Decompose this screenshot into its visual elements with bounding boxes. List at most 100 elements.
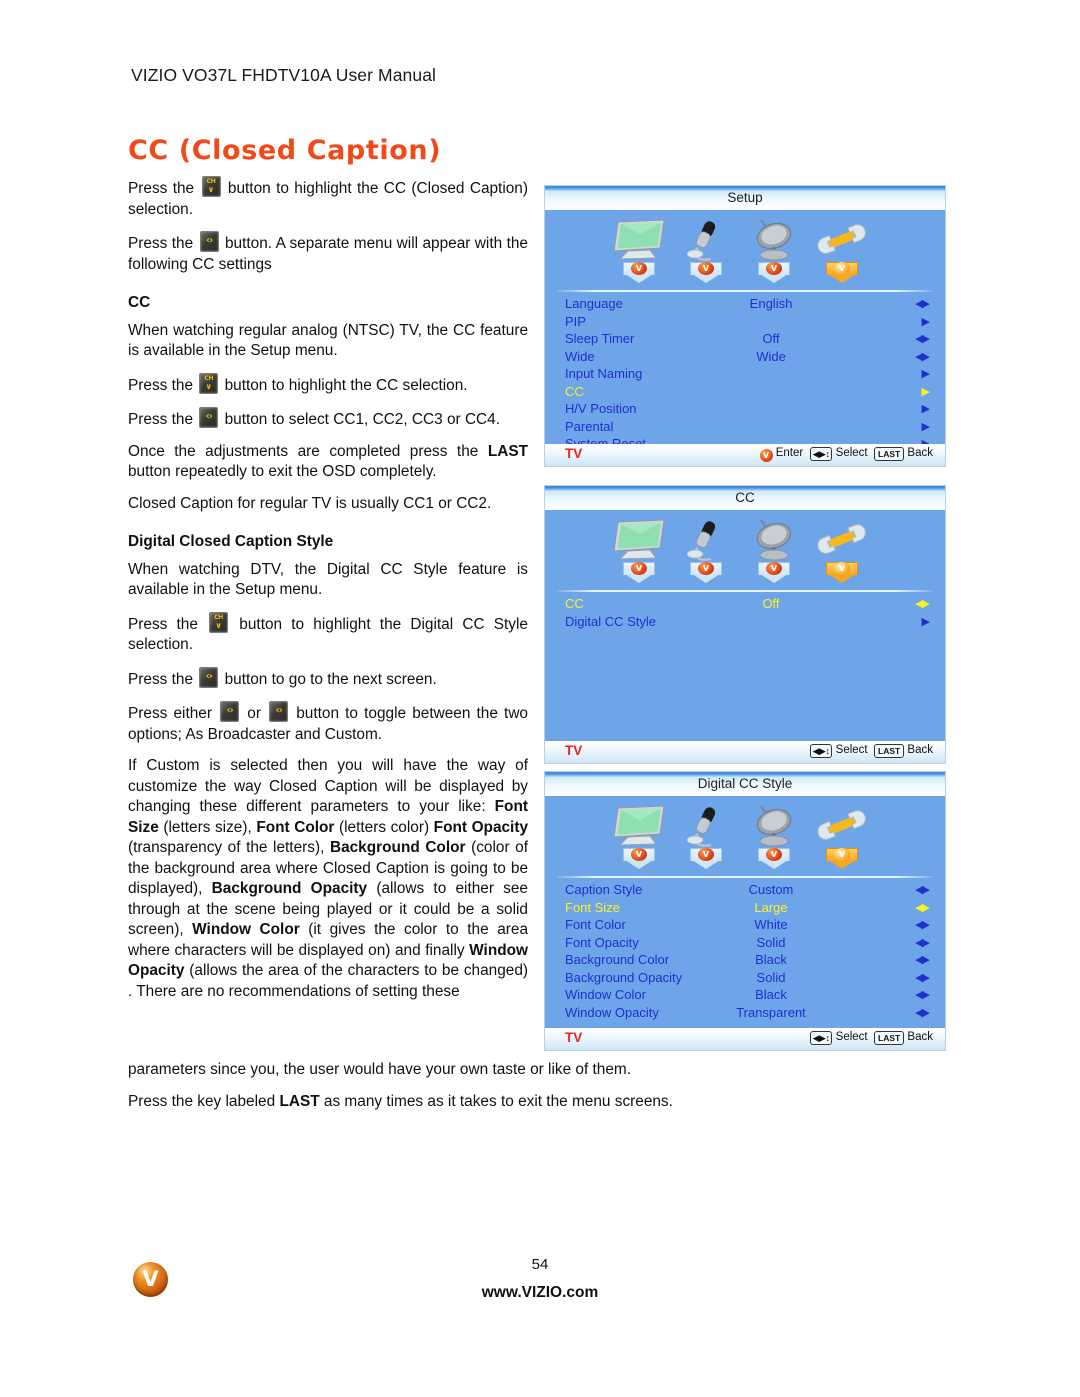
right-arrow-icon[interactable]: ▶ xyxy=(922,315,931,328)
body-text-column: Press the CH ∨ button to highlight the C… xyxy=(128,176,528,1013)
osd-menu-row[interactable]: Input Naming ▶ xyxy=(545,366,945,384)
osd-menu-row[interactable]: Window Opacity Transparent ◀▶ xyxy=(545,1005,945,1023)
osd-menu-row[interactable]: Caption Style Custom ◀▶ xyxy=(545,882,945,900)
keyword-font-color: Font Color xyxy=(256,818,335,836)
osd-menu-row[interactable]: Font Color White ◀▶ xyxy=(545,917,945,935)
left-right-arrow-icon[interactable]: ◀▶ xyxy=(915,1006,930,1019)
osd-title-bar: Digital CC Style xyxy=(545,772,945,796)
audio-microphone-icon[interactable]: V xyxy=(667,518,745,588)
last-key-icon[interactable]: LAST xyxy=(874,447,905,461)
osd-menu-row[interactable]: Sleep Timer Off ◀▶ xyxy=(545,331,945,349)
hint-back-label: Back xyxy=(907,1031,933,1043)
left-right-arrow-icon[interactable]: ◀▶ xyxy=(915,953,930,966)
paragraph-press-ch-highlight-cc-selection: Press the CH ∨ button to highlight the C… xyxy=(128,372,528,397)
left-right-arrow-icon[interactable]: ◀▶ xyxy=(915,297,930,310)
vizio-v-icon: V xyxy=(766,262,782,275)
right-arrow-icon[interactable]: ▶ xyxy=(922,615,931,628)
tab-pointer xyxy=(828,274,856,283)
volume-right-button-icon: ‹› xyxy=(199,407,219,428)
category-tab-marker: V xyxy=(826,848,858,870)
p14-text-b: as many times as it takes to exit the me… xyxy=(323,1092,673,1110)
p4-text-b: button to highlight the CC selection. xyxy=(224,376,468,394)
p5-text-b: button to select CC1, CC2, CC3 or CC4. xyxy=(224,411,501,428)
hint-select-label: Select xyxy=(835,744,868,756)
ch-down-button-icon: CH ∨ xyxy=(199,372,219,394)
osd-menu-row[interactable]: CC Off ◀▶ xyxy=(545,596,945,614)
tuner-satellite-icon[interactable]: V xyxy=(735,218,813,288)
osd-source-label: TV xyxy=(565,1030,583,1045)
osd-row-value: Wide xyxy=(756,348,786,364)
osd-menu-row[interactable]: PIP ▶ xyxy=(545,314,945,332)
paragraph-press-ch-highlight-cc: Press the CH ∨ button to highlight the C… xyxy=(128,176,528,220)
left-right-arrow-icon[interactable]: ◀▶ xyxy=(915,918,930,931)
last-key-keyword: LAST xyxy=(487,442,528,460)
left-right-arrow-icon[interactable]: ◀▶ xyxy=(915,597,930,610)
osd-key-hints: V Enter ◀▶↕ Select LAST Back xyxy=(759,447,933,462)
audio-microphone-icon[interactable]: V xyxy=(667,804,745,874)
category-tab-marker: V xyxy=(758,262,790,284)
dpad-icon[interactable]: ◀▶↕ xyxy=(809,1031,833,1045)
heading-cc: CC xyxy=(128,294,151,311)
tab-pointer xyxy=(828,860,856,869)
volume-right-button-icon: ‹› xyxy=(199,666,219,688)
osd-menu-row[interactable]: Wide Wide ◀▶ xyxy=(545,349,945,367)
right-arrow-icon[interactable]: ▶ xyxy=(922,385,931,398)
last-key-icon[interactable]: LAST xyxy=(874,1031,905,1045)
left-right-arrow-icon[interactable]: ◀▶ xyxy=(915,350,930,363)
right-arrow-icon[interactable]: ▶ xyxy=(922,367,931,380)
osd-menu-row[interactable]: Background Color Black ◀▶ xyxy=(545,952,945,970)
left-right-arrow-icon[interactable]: ◀▶ xyxy=(915,883,930,896)
osd-row-label: CC xyxy=(565,383,584,399)
p10-text-a: Press the xyxy=(128,670,194,688)
category-tab-marker: V xyxy=(758,848,790,870)
paragraph-press-right-separate-menu: Press the ‹› button. A separate menu wil… xyxy=(128,231,528,275)
audio-microphone-icon-glyph xyxy=(667,804,745,850)
setup-wrench-icon[interactable]: V xyxy=(803,518,881,588)
tab-pointer xyxy=(760,574,788,583)
keyword-window-color: Window Color xyxy=(192,921,300,938)
left-right-arrow-icon[interactable]: ◀▶ xyxy=(915,332,930,345)
osd-source-label: TV xyxy=(565,743,583,758)
left-right-arrow-icon[interactable]: ◀▶ xyxy=(915,936,930,949)
vizio-enter-icon[interactable]: V xyxy=(759,449,773,462)
osd-row-value: Off xyxy=(762,331,780,346)
osd-menu-row[interactable]: Language English ◀▶ xyxy=(545,296,945,314)
dpad-icon[interactable]: ◀▶↕ xyxy=(809,744,833,758)
osd-screenshot-cc: CC VVVV CC Off ◀▶ Digital CC Style ▶ TV ◀▶↕ … xyxy=(545,486,945,763)
hint-enter-label: Enter xyxy=(775,447,804,459)
osd-category-icon-row: VVVV xyxy=(545,210,945,290)
osd-menu-row[interactable]: Digital CC Style ▶ xyxy=(545,614,945,632)
osd-menu-row[interactable]: Background Opacity Solid ◀▶ xyxy=(545,970,945,988)
dpad-icon[interactable]: ◀▶↕ xyxy=(809,447,833,461)
p12-segment-4: (transparency of the letters), xyxy=(128,839,325,856)
last-key-icon[interactable]: LAST xyxy=(874,744,905,758)
osd-menu-row[interactable]: H/V Position ▶ xyxy=(545,401,945,419)
osd-menu-row[interactable]: Window Color Black ◀▶ xyxy=(545,987,945,1005)
osd-menu-row[interactable]: Font Size Large ◀▶ xyxy=(545,900,945,918)
osd-menu-row[interactable]: Parental ▶ xyxy=(545,419,945,437)
osd-menu-row[interactable]: CC ▶ xyxy=(545,384,945,402)
hint-select-label: Select xyxy=(835,1031,868,1043)
right-arrow-icon[interactable]: ▶ xyxy=(922,420,931,433)
osd-category-icon-row: VVVV xyxy=(545,796,945,876)
setup-wrench-icon[interactable]: V xyxy=(803,804,881,874)
osd-row-label: Input Naming xyxy=(565,366,643,381)
left-right-arrow-icon[interactable]: ◀▶ xyxy=(915,971,930,984)
ch-down-chevron: ∨ xyxy=(205,381,213,391)
tuner-satellite-icon[interactable]: V xyxy=(735,518,813,588)
audio-microphone-icon[interactable]: V xyxy=(667,218,745,288)
right-arrow-icon[interactable]: ▶ xyxy=(922,402,931,415)
heading-digital-closed-caption-style: Digital Closed Caption Style xyxy=(128,533,334,550)
tuner-satellite-icon[interactable]: V xyxy=(735,804,813,874)
setup-wrench-icon[interactable]: V xyxy=(803,218,881,288)
category-tab-marker: V xyxy=(690,262,722,284)
left-right-arrow-icon[interactable]: ◀▶ xyxy=(915,901,930,914)
category-tab-marker: V xyxy=(623,262,655,284)
osd-menu-rows: Caption Style Custom ◀▶ Font Size Large ◀▶ Fon… xyxy=(545,878,945,1022)
p2-text-a: Press the xyxy=(128,235,194,252)
category-tab-marker: V xyxy=(623,848,655,870)
tab-pointer xyxy=(625,274,653,283)
tab-pointer xyxy=(760,860,788,869)
osd-menu-row[interactable]: Font Opacity Solid ◀▶ xyxy=(545,935,945,953)
left-right-arrow-icon[interactable]: ◀▶ xyxy=(915,988,930,1001)
